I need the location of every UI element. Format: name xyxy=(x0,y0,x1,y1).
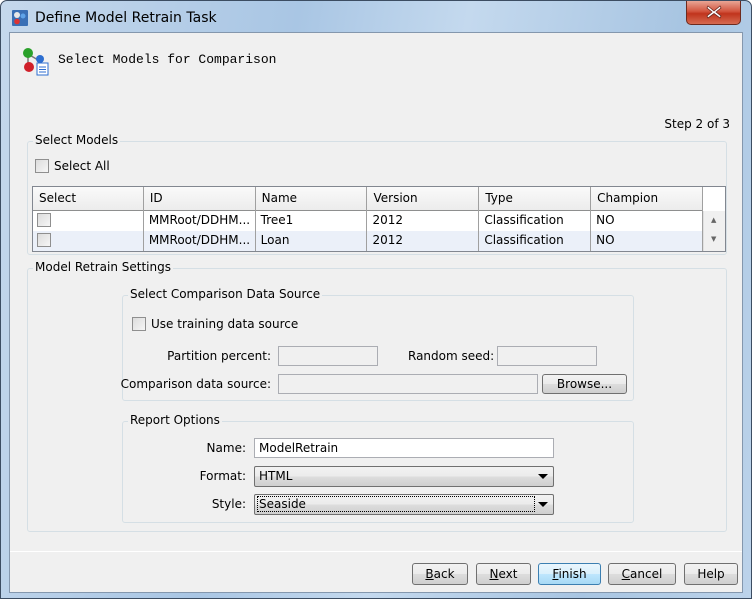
column-header-version[interactable]: Version xyxy=(367,187,480,211)
random-seed-label: Random seed: xyxy=(408,349,495,363)
close-x-icon xyxy=(706,5,722,19)
row-select-cell xyxy=(33,211,144,231)
chevron-down-icon xyxy=(538,474,548,479)
dialog-window: Define Model Retrain Task Select Models … xyxy=(0,0,752,599)
partition-percent-input[interactable] xyxy=(278,346,378,366)
row-type: Classification xyxy=(479,231,592,251)
report-format-value: HTML xyxy=(259,469,293,483)
report-options-group: Report Options Name: ModelRetrain Format… xyxy=(122,413,634,523)
table-row[interactable]: MMRoot/DDHM... Loan 2012 Classification … xyxy=(33,231,703,251)
select-all-label: Select All xyxy=(54,159,110,173)
table-header: Select ID Name Version Type Champion xyxy=(33,187,703,211)
report-name-input[interactable]: ModelRetrain xyxy=(254,438,554,458)
row-select-cell xyxy=(33,231,144,251)
comparison-data-source-field-label: Comparison data source: xyxy=(120,377,271,391)
models-table: Select ID Name Version Type Champion MMR… xyxy=(32,186,726,252)
row-id: MMRoot/DDHM... xyxy=(144,211,256,231)
model-retrain-settings-group: Model Retrain Settings Select Comparison… xyxy=(27,260,727,532)
table-row[interactable]: MMRoot/DDHM... Tree1 2012 Classification… xyxy=(33,211,703,231)
cancel-accel: C xyxy=(621,567,631,581)
row-select-checkbox[interactable] xyxy=(37,212,51,227)
finish-button[interactable]: Finish xyxy=(538,563,601,585)
report-options-label: Report Options xyxy=(128,413,222,427)
window-title: Define Model Retrain Task xyxy=(35,10,217,26)
row-id: MMRoot/DDHM... xyxy=(144,231,256,251)
row-version: 2012 xyxy=(367,211,480,231)
row-version: 2012 xyxy=(367,231,480,251)
comparison-data-source-group: Select Comparison Data Source Use traini… xyxy=(120,287,634,401)
column-header-select[interactable]: Select xyxy=(33,187,144,211)
use-training-checkbox-row[interactable]: Use training data source xyxy=(132,317,298,331)
random-seed-input[interactable] xyxy=(497,346,597,366)
scroll-up-icon[interactable]: ▲ xyxy=(711,216,716,224)
comparison-data-source-label: Select Comparison Data Source xyxy=(128,287,323,301)
step-indicator: Step 2 of 3 xyxy=(664,117,730,131)
next-label: ext xyxy=(498,567,518,581)
select-models-group: Select Models Select All Select ID Name … xyxy=(27,133,727,255)
use-training-checkbox[interactable] xyxy=(132,317,146,331)
select-all-checkbox[interactable] xyxy=(35,159,49,173)
report-style-value: Seaside xyxy=(257,496,535,512)
table-scrollbar[interactable]: ▲ ▼ xyxy=(703,211,725,251)
row-name: Loan xyxy=(256,231,368,251)
title-bar[interactable]: Define Model Retrain Task xyxy=(1,1,751,33)
report-format-label: Format: xyxy=(199,469,246,483)
cancel-button[interactable]: Cancel xyxy=(608,563,676,585)
cancel-label: ancel xyxy=(630,567,663,581)
back-label: ack xyxy=(433,567,455,581)
report-name-label: Name: xyxy=(206,441,246,455)
model-comparison-icon xyxy=(23,48,49,76)
model-retrain-settings-label: Model Retrain Settings xyxy=(33,260,173,274)
next-accel: N xyxy=(489,567,499,581)
column-header-id[interactable]: ID xyxy=(144,187,256,211)
row-select-checkbox[interactable] xyxy=(37,232,51,247)
back-button[interactable]: Back xyxy=(412,563,468,585)
comparison-data-source-input[interactable] xyxy=(278,374,538,394)
next-button[interactable]: Next xyxy=(476,563,531,585)
app-icon xyxy=(12,10,28,26)
dialog-client-area: Select Models for Comparison Step 2 of 3… xyxy=(9,32,743,593)
column-header-name[interactable]: Name xyxy=(256,187,368,211)
report-format-select[interactable]: HTML xyxy=(254,466,554,487)
footer-divider xyxy=(10,551,742,552)
column-header-type[interactable]: Type xyxy=(479,187,592,211)
browse-button[interactable]: Browse... xyxy=(542,374,627,394)
help-button[interactable]: Help xyxy=(684,563,738,585)
row-champion: NO xyxy=(591,231,703,251)
select-all-checkbox-row[interactable]: Select All xyxy=(35,159,110,173)
report-style-select[interactable]: Seaside xyxy=(254,494,554,515)
chevron-down-icon xyxy=(538,502,548,507)
report-style-label: Style: xyxy=(211,497,246,511)
back-accel: B xyxy=(425,567,434,581)
finish-label: inish xyxy=(558,567,587,581)
column-header-champion[interactable]: Champion xyxy=(591,187,703,211)
row-champion: NO xyxy=(591,211,703,231)
close-button[interactable] xyxy=(686,1,741,25)
row-type: Classification xyxy=(479,211,592,231)
partition-percent-label: Partition percent: xyxy=(167,349,271,363)
row-name: Tree1 xyxy=(256,211,368,231)
select-models-label: Select Models xyxy=(33,133,121,147)
scroll-down-icon[interactable]: ▼ xyxy=(711,235,716,243)
page-title: Select Models for Comparison xyxy=(58,52,277,67)
use-training-label: Use training data source xyxy=(151,317,299,331)
